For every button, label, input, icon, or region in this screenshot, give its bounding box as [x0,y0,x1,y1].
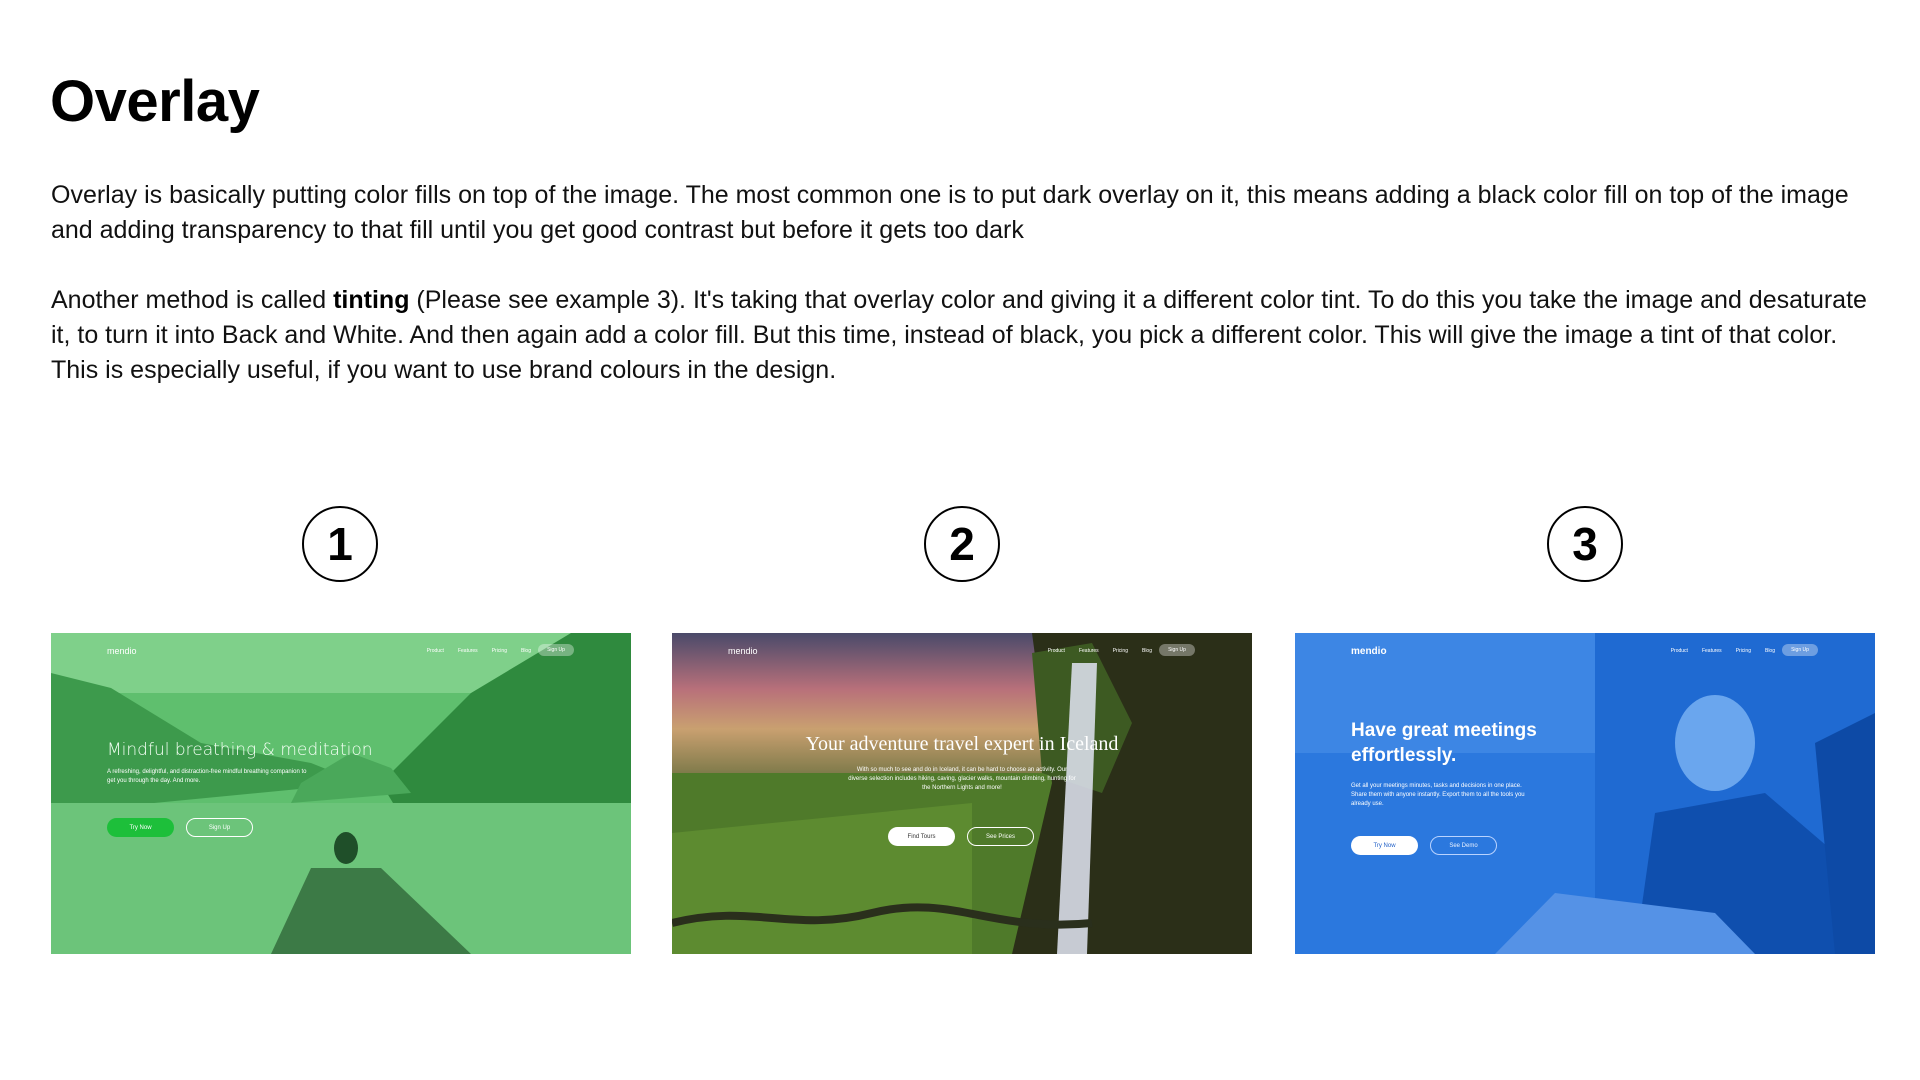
nav-features[interactable]: Features [1702,648,1722,654]
nav-blog[interactable]: Blog [1142,648,1152,654]
example-1-headline: Mindful breathing & meditation [107,740,373,760]
nav-pricing[interactable]: Pricing [1736,648,1751,654]
try-now-button[interactable]: Try Now [107,818,174,837]
waterfall-scene-image [672,633,1252,954]
example-2-navbar: mendio Product Features Pricing Blog Sig… [672,633,1252,665]
example-2-logo: mendio [728,646,758,656]
nav-features[interactable]: Features [1079,648,1099,654]
example-3-subtext: Get all your meetings minutes, tasks and… [1351,783,1525,807]
nav-pricing[interactable]: Pricing [1113,648,1128,654]
example-1-screenshot: mendio Product Features Pricing Blog Sig… [51,633,631,954]
nav-blog[interactable]: Blog [1765,648,1775,654]
intro-paragraph: Overlay is basically putting color fills… [51,181,1849,244]
example-1-logo: mendio [107,646,137,656]
page-title: Overlay [50,69,260,134]
example-2-headline: Your adventure travel expert in Iceland [805,733,1119,755]
example-1-hero: Mindful breathing & meditation A refresh… [107,740,407,786]
tinting-paragraph: Another method is called tinting (Please… [51,283,1881,388]
nav-product[interactable]: Product [1671,648,1688,654]
see-prices-button[interactable]: See Prices [967,827,1034,846]
example-1-subtext: A refreshing, delightful, and distractio… [107,769,307,784]
see-demo-button[interactable]: See Demo [1430,836,1497,855]
example-2-number: 2 [924,506,1000,582]
nav-signup-button[interactable]: Sign Up [1159,644,1195,656]
nav-signup-button[interactable]: Sign Up [1782,644,1818,656]
example-1-number: 1 [302,506,378,582]
sign-up-button[interactable]: Sign Up [186,818,253,837]
nav-pricing[interactable]: Pricing [492,648,507,654]
find-tours-button[interactable]: Find Tours [888,827,955,846]
example-2-subtext: With so much to see and do in Iceland, i… [848,767,1076,791]
nav-blog[interactable]: Blog [521,648,531,654]
tinting-paragraph-start: Another method is called [51,286,334,314]
example-2-hero: Your adventure travel expert in Iceland … [672,733,1252,793]
lake-scene-image [51,633,631,954]
example-2-screenshot: mendio Product Features Pricing Blog Sig… [672,633,1252,954]
nav-features[interactable]: Features [458,648,478,654]
example-3-logo: mendio [1351,646,1387,657]
nav-signup-button[interactable]: Sign Up [538,644,574,656]
try-now-button[interactable]: Try Now [1351,836,1418,855]
nav-product[interactable]: Product [1048,648,1065,654]
nav-product[interactable]: Product [427,648,444,654]
example-3-number: 3 [1547,506,1623,582]
example-3-navbar: mendio Product Features Pricing Blog Sig… [1295,633,1875,665]
example-1-navbar: mendio Product Features Pricing Blog Sig… [51,633,631,665]
example-3-screenshot: mendio Product Features Pricing Blog Sig… [1295,633,1875,954]
example-3-headline: Have great meetings effortlessly. [1351,720,1537,766]
tinting-term: tinting [333,286,410,314]
example-3-hero: Have great meetings effortlessly. Get al… [1351,718,1611,809]
